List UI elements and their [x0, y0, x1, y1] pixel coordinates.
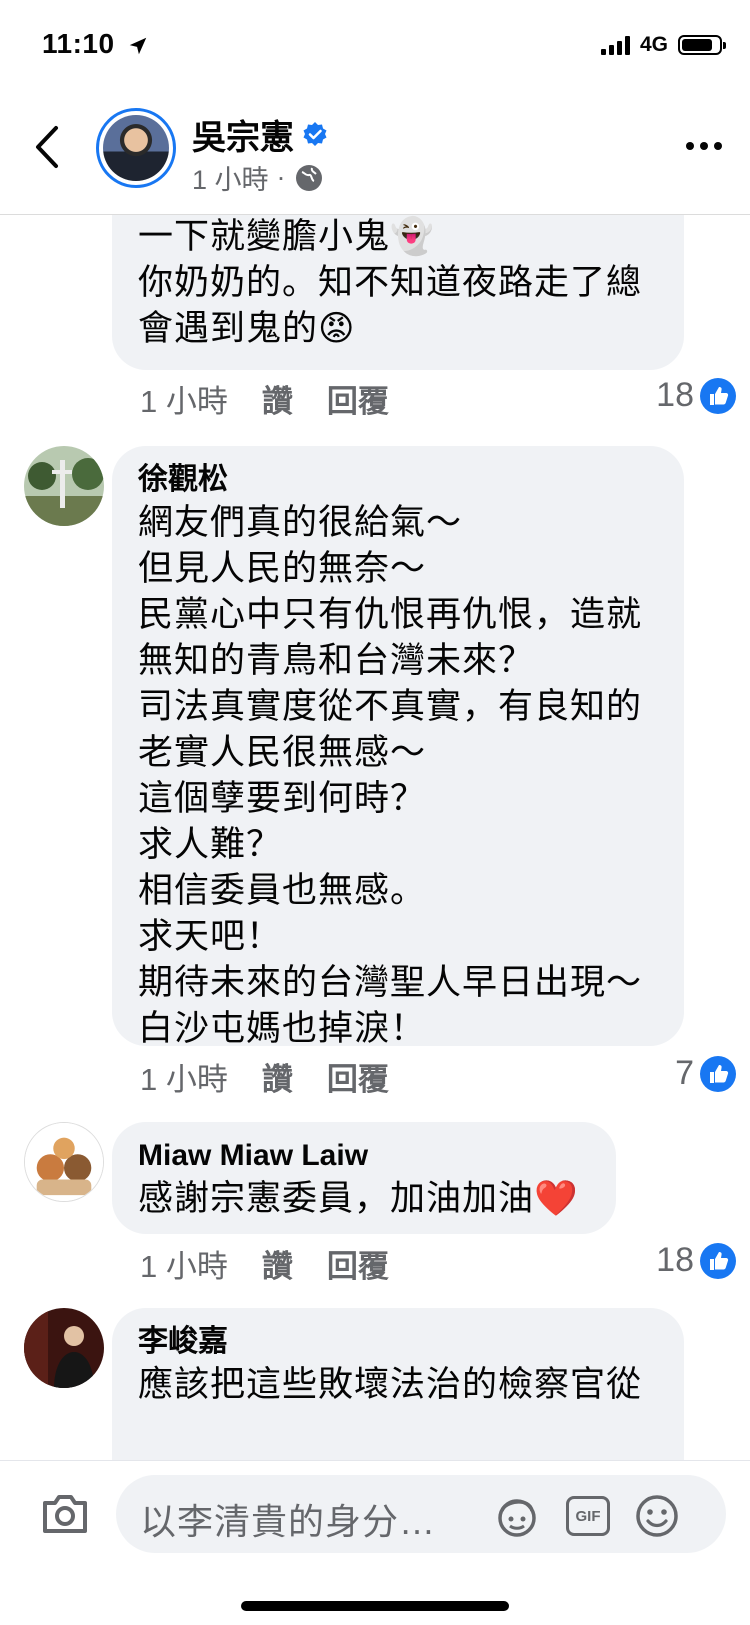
meta-separator: ·: [276, 162, 286, 192]
like-action[interactable]: 讚: [262, 1241, 293, 1286]
comment-text: 一下就變膽小鬼👻 你奶奶的。知不知道夜路走了總 會遇到鬼的😡: [138, 217, 643, 348]
post-meta: 1 小時 ·: [192, 158, 324, 197]
comment-input-placeholder: 以李清貴的身分…: [140, 1501, 437, 1542]
gif-label: GIF: [575, 1507, 601, 1525]
battery-icon: [678, 35, 726, 55]
network-type: 4G: [639, 33, 668, 56]
comment-author[interactable]: 徐觀松: [138, 460, 658, 500]
comment-time[interactable]: 1 小時: [140, 1054, 228, 1099]
comment-bubble[interactable]: Miaw Miaw Laiw 感謝宗憲委員，加油加油❤️: [112, 1122, 616, 1234]
comment-author[interactable]: Miaw Miaw Laiw: [138, 1136, 590, 1176]
comment-text: 網友們真的很給氣～ 但見人民的無奈～ 民黨心中只有仇恨再仇恨，造就 無知的青鳥和…: [138, 503, 643, 1048]
clock: 11:10: [42, 28, 115, 59]
comment-actions: 1 小時 讚 回覆: [140, 376, 389, 421]
like-action[interactable]: 讚: [262, 1054, 293, 1099]
emoji-icon[interactable]: [634, 1493, 680, 1539]
verified-badge-icon: [303, 122, 327, 146]
globe-icon: [295, 164, 322, 191]
cell-signal-icon: [600, 35, 630, 55]
commenter-avatar[interactable]: [24, 1308, 104, 1388]
comment-bubble[interactable]: 徐觀松 網友們真的很給氣～ 但見人民的無奈～ 民黨心中只有仇恨再仇恨，造就 無知…: [112, 446, 684, 1048]
comment-actions: 1 小時 讚 回覆: [140, 1241, 389, 1286]
post-timestamp[interactable]: 1 小時: [192, 158, 269, 197]
status-bar: 11:10 4G: [0, 0, 750, 90]
like-count-value: 18: [656, 1241, 694, 1279]
comment-list: 一下就變膽小鬼👻 你奶奶的。知不知道夜路走了總 會遇到鬼的😡 1 小時 讚 回覆…: [0, 214, 750, 1464]
like-thumb-icon: [700, 1242, 736, 1279]
reply-action[interactable]: 回覆: [327, 1241, 389, 1286]
like-count[interactable]: 7: [675, 1054, 736, 1093]
status-time: 11:10: [42, 28, 149, 60]
home-indicator: [241, 1601, 509, 1611]
commenter-avatar[interactable]: [24, 446, 104, 526]
like-count[interactable]: 18: [656, 1241, 736, 1280]
status-indicators: 4G: [600, 32, 726, 58]
avatar-sticker-icon[interactable]: [494, 1493, 540, 1539]
comment-time[interactable]: 1 小時: [140, 1241, 228, 1286]
comment-text: 應該把這些敗壞法治的檢察官從: [138, 1365, 643, 1404]
comment-bubble[interactable]: 李峻嘉 應該把這些敗壞法治的檢察官從: [112, 1308, 684, 1464]
like-thumb-icon: [700, 377, 736, 414]
comment-time[interactable]: 1 小時: [140, 376, 228, 421]
more-options-icon[interactable]: [686, 142, 722, 150]
location-arrow-icon: [129, 37, 147, 54]
comment-input[interactable]: 以李清貴的身分… GIF: [116, 1475, 726, 1553]
commenter-avatar[interactable]: [24, 1122, 104, 1202]
like-count[interactable]: 18: [656, 376, 736, 415]
like-thumb-icon: [700, 1055, 736, 1092]
camera-icon[interactable]: [40, 1491, 90, 1535]
page-name-row[interactable]: 吳宗憲: [192, 110, 328, 159]
comment-actions: 1 小時 讚 回覆: [140, 1054, 389, 1099]
like-count-value: 7: [675, 1054, 694, 1092]
comment-bubble[interactable]: 一下就變膽小鬼👻 你奶奶的。知不知道夜路走了總 會遇到鬼的😡: [112, 214, 684, 370]
reply-action[interactable]: 回覆: [327, 1054, 389, 1099]
like-action[interactable]: 讚: [262, 376, 293, 421]
page-avatar[interactable]: [96, 108, 176, 188]
gif-icon[interactable]: GIF: [566, 1496, 610, 1536]
like-count-value: 18: [656, 376, 694, 414]
comment-author[interactable]: 李峻嘉: [138, 1322, 658, 1362]
post-header: 吳宗憲 1 小時 ·: [0, 90, 750, 215]
reply-action[interactable]: 回覆: [327, 376, 389, 421]
back-arrow-icon[interactable]: [30, 124, 66, 170]
comment-text: 感謝宗憲委員，加油加油❤️: [138, 1179, 579, 1218]
page-name[interactable]: 吳宗憲: [192, 119, 294, 157]
